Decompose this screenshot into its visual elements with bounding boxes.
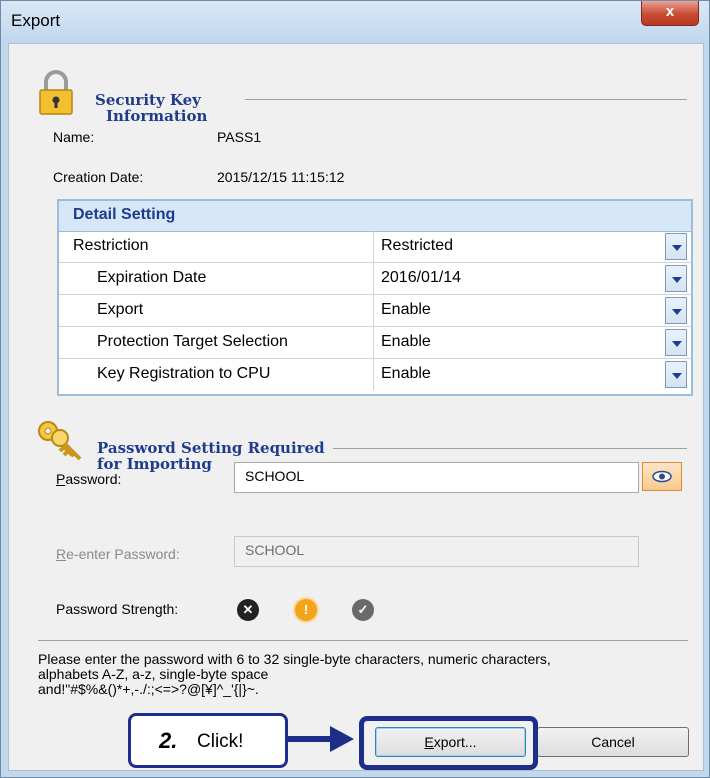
cancel-button[interactable]: Cancel — [537, 727, 689, 757]
protection-target-value[interactable]: Enable — [381, 333, 431, 351]
export-dropdown-icon[interactable] — [665, 297, 687, 324]
step-callout: 2. Click! — [128, 713, 288, 768]
restriction-dropdown-icon[interactable] — [665, 233, 687, 260]
reenter-password-label: Re-enter Password: — [56, 546, 180, 562]
password-label-accesskey: P — [56, 471, 66, 487]
window-title: Export — [11, 11, 61, 30]
strong-strength-check-icon: ✓ — [352, 599, 374, 621]
hint-line-3: and!"#$%&()*+,-./:;<=>?@[¥]^_'{|}~. — [38, 681, 259, 697]
key-registration-label: Key Registration to CPU — [97, 365, 271, 382]
export-button-highlight — [359, 716, 538, 770]
security-key-title-line1: Security Key — [95, 91, 201, 109]
close-button[interactable]: x — [641, 1, 699, 26]
detail-setting-grid: Detail Setting Restriction Restricted Ex… — [57, 199, 693, 396]
medium-strength-warning-icon: ! — [295, 599, 317, 621]
cell-divider — [373, 359, 374, 390]
creation-date-value: 2015/12/15 11:15:12 — [217, 169, 345, 185]
password-input-value[interactable]: SCHOOL — [245, 468, 304, 484]
step-instruction: Click! — [197, 731, 244, 752]
section-divider — [333, 448, 687, 449]
close-icon[interactable]: x — [666, 3, 674, 20]
reenter-password-value: SCHOOL — [245, 542, 305, 558]
password-rules-hint: Please enter the password with 6 to 32 s… — [38, 652, 551, 697]
cell-divider — [373, 295, 374, 326]
password-label-text: assword: — [65, 471, 122, 487]
callout-arrow-shaft — [288, 736, 332, 742]
reenter-label-text: e-enter Password: — [66, 546, 180, 562]
password-label: Password: — [56, 471, 121, 487]
keys-icon — [38, 421, 82, 461]
grid-row-key-registration[interactable]: Key Registration to CPU Enable — [59, 359, 691, 391]
hint-line-1: Please enter the password with 6 to 32 s… — [38, 651, 551, 667]
key-registration-dropdown-icon[interactable] — [665, 361, 687, 388]
weak-strength-icon: ✕ — [237, 599, 259, 621]
step-number: 2. — [159, 728, 178, 753]
grid-row-restriction[interactable]: Restriction Restricted — [59, 231, 691, 263]
password-strength-label: Password Strength: — [56, 601, 179, 617]
title-bar: Export x — [1, 1, 709, 43]
export-value[interactable]: Enable — [381, 301, 431, 319]
eye-icon[interactable] — [643, 463, 681, 490]
reenter-password-input: SCHOOL — [234, 536, 639, 567]
cell-divider — [373, 231, 374, 262]
reenter-label-accesskey: R — [56, 546, 67, 562]
detail-setting-header: Detail Setting — [59, 201, 691, 232]
padlock-icon — [39, 70, 73, 115]
cell-divider — [373, 263, 374, 294]
detail-setting-title: Detail Setting — [73, 206, 176, 223]
restriction-value[interactable]: Restricted — [381, 237, 453, 255]
expiration-date-value[interactable]: 2016/01/14 — [381, 269, 461, 287]
restriction-label: Restriction — [73, 237, 149, 254]
security-key-title: Security Key Information — [95, 92, 207, 124]
name-label: Name: — [53, 129, 95, 145]
password-section-title-line1: Password Setting Required — [97, 439, 325, 457]
hint-line-2: alphabets A-Z, a-z, single-byte space — [38, 666, 269, 682]
protection-target-dropdown-icon[interactable] — [665, 329, 687, 356]
password-input[interactable]: SCHOOL — [234, 462, 639, 493]
grid-row-export[interactable]: Export Enable — [59, 295, 691, 327]
bottom-divider — [38, 640, 688, 641]
export-label: Export — [97, 301, 144, 318]
show-password-button[interactable] — [642, 462, 682, 491]
grid-row-protection-target[interactable]: Protection Target Selection Enable — [59, 327, 691, 359]
section-divider — [245, 99, 687, 100]
protection-target-label: Protection Target Selection — [97, 333, 288, 350]
name-value: PASS1 — [217, 129, 262, 145]
arrow-right-icon — [330, 726, 354, 752]
creation-date-label: Creation Date: — [53, 169, 144, 185]
security-key-title-line2: Information — [106, 107, 208, 125]
key-registration-value[interactable]: Enable — [381, 365, 431, 383]
grid-row-expiration-date[interactable]: Expiration Date 2016/01/14 — [59, 263, 691, 295]
expiration-date-label: Expiration Date — [97, 269, 207, 286]
expiration-date-dropdown-icon[interactable] — [665, 265, 687, 292]
cell-divider — [373, 327, 374, 358]
